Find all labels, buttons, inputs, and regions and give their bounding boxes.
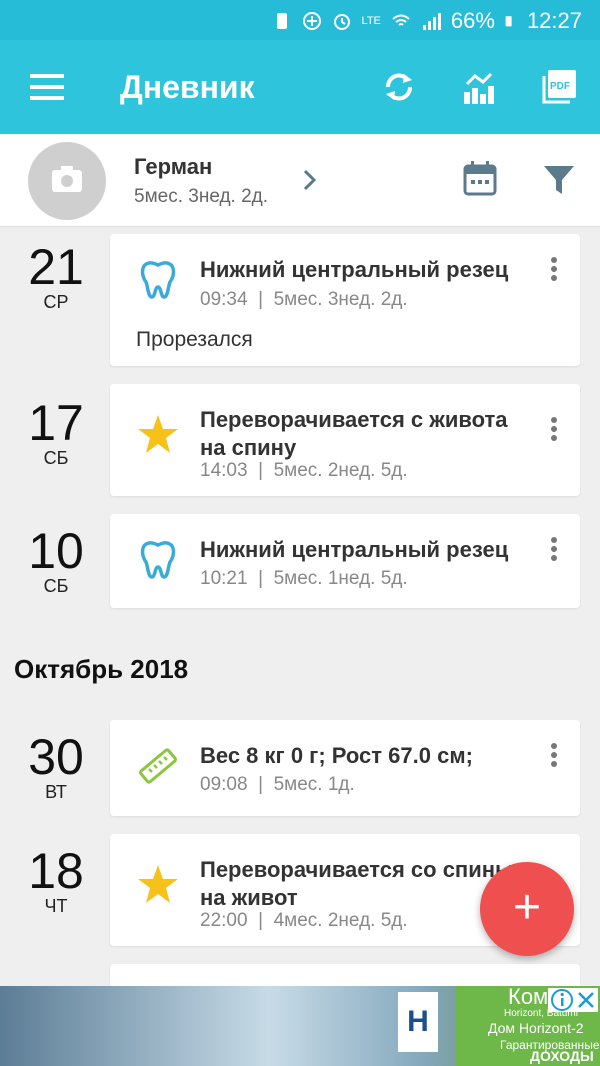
chart-icon[interactable] — [462, 70, 496, 104]
calendar-icon[interactable] — [462, 160, 498, 196]
entry-time: 10:21 — [200, 568, 248, 589]
entry-time: 09:08 — [200, 774, 248, 795]
ruler-icon — [139, 748, 177, 784]
weekday: СБ — [43, 448, 69, 468]
entry-age: 5мес. 2нед. 5д. — [273, 460, 408, 481]
ad-logo: H — [398, 992, 438, 1052]
add-entry-button[interactable]: + — [480, 862, 574, 956]
wifi-icon — [392, 14, 410, 26]
avatar[interactable] — [28, 142, 106, 220]
separator: | — [258, 289, 264, 310]
diary-entry-card[interactable]: Нижний центральный резец 10:21 | 5мес. 1… — [110, 514, 580, 608]
child-profile-header[interactable]: Герман 5мес. 3нед. 2д. — [0, 134, 600, 227]
app-bar: Дневник PDF — [0, 40, 600, 134]
weekday: ВТ — [45, 782, 67, 802]
status-bar: LTE 66% 12:27 — [0, 0, 600, 40]
entry-age: 5мес. 1д. — [273, 774, 355, 795]
day-number: 10 — [28, 523, 84, 579]
more-options-icon[interactable] — [550, 742, 558, 768]
entry-title: Переворачивается с живота на спину — [200, 407, 508, 460]
separator: | — [258, 568, 264, 589]
entry-time: 22:00 — [200, 910, 248, 931]
entry-meta: 14:03 | 5мес. 2нед. 5д. — [200, 460, 408, 482]
filter-icon[interactable] — [542, 162, 576, 196]
entry-age: 5мес. 1нед. 5д. — [273, 568, 408, 589]
day-number: 30 — [28, 729, 84, 785]
entry-time: 14:03 — [200, 460, 248, 481]
diary-entry-card[interactable]: Вес 8 кг 0 г; Рост 67.0 см; 09:08 | 5мес… — [110, 720, 580, 816]
add-circle-icon — [302, 12, 321, 30]
svg-text:PDF: PDF — [550, 81, 570, 92]
day-number: 17 — [28, 395, 84, 451]
ad-banner[interactable]: H Комп Дом Horizont-2 Гарантированные ДО… — [0, 986, 600, 1066]
separator: | — [258, 460, 264, 481]
child-name: Герман — [134, 154, 213, 179]
entry-meta: 09:08 | 5мес. 1д. — [200, 774, 355, 796]
separator: | — [258, 774, 264, 795]
entry-title: Нижний центральный резец — [200, 257, 509, 282]
clock: 12:27 — [526, 8, 582, 33]
menu-icon[interactable] — [30, 74, 64, 100]
ad-line: ДОХОДЫ — [530, 1048, 594, 1064]
star-icon — [138, 415, 178, 453]
tooth-icon — [140, 541, 176, 579]
more-options-icon[interactable] — [550, 536, 558, 562]
date-label: 10 СБ — [20, 526, 92, 597]
entry-meta: 09:34 | 5мес. 3нед. 2д. — [200, 289, 408, 311]
weekday: ЧТ — [44, 896, 68, 916]
diary-entry-card[interactable]: Нижний центральный резец 09:34 | 5мес. 3… — [110, 234, 580, 366]
battery-saver-icon — [276, 13, 287, 29]
more-options-icon[interactable] — [550, 416, 558, 442]
day-number: 21 — [28, 239, 84, 295]
diary-entry-card[interactable]: Переворачивается с живота на спину 14:03… — [110, 384, 580, 496]
network-label: LTE — [361, 14, 381, 27]
diary-entry-card[interactable] — [110, 964, 580, 986]
signal-icon — [422, 13, 441, 30]
date-label: 21 СР — [20, 242, 92, 313]
ad-line: Дом Horizont-2 — [488, 1020, 584, 1036]
weekday: СБ — [43, 576, 69, 596]
close-icon[interactable] — [574, 988, 598, 1012]
date-label: 17 СБ — [20, 398, 92, 469]
tooth-icon — [140, 261, 176, 299]
child-age: 5мес. 3нед. 2д. — [134, 186, 269, 207]
month-header: Октябрь 2018 — [14, 654, 189, 684]
entry-meta: 10:21 | 5мес. 1нед. 5д. — [200, 568, 408, 590]
more-options-icon[interactable] — [550, 256, 558, 282]
entry-title: Вес 8 кг 0 г; Рост 67.0 см; — [200, 743, 473, 768]
page-title: Дневник — [120, 69, 255, 105]
date-label: 18 ЧТ — [20, 846, 92, 917]
star-icon — [138, 865, 178, 903]
info-icon[interactable] — [550, 988, 574, 1012]
pdf-icon[interactable]: PDF — [542, 70, 576, 104]
battery-icon — [505, 16, 512, 27]
alarm-icon — [333, 14, 350, 30]
ad-logo-letter: H — [407, 1005, 429, 1038]
entry-time: 09:34 — [200, 289, 248, 310]
ad-choices[interactable] — [548, 988, 598, 1012]
camera-icon — [52, 166, 82, 192]
day-number: 18 — [28, 843, 84, 899]
entry-meta: 22:00 | 4мес. 2нед. 5д. — [200, 910, 408, 932]
date-label: 30 ВТ — [20, 732, 92, 803]
weekday: СР — [43, 292, 69, 312]
entry-note: Прорезался — [136, 328, 253, 351]
entry-age: 4мес. 2нед. 5д. — [273, 910, 408, 931]
battery-percent: 66% — [450, 8, 495, 33]
entry-title: Нижний центральный резец — [200, 537, 509, 562]
entry-age: 5мес. 3нед. 2д. — [273, 289, 408, 310]
chevron-right-icon[interactable] — [300, 168, 320, 192]
separator: | — [258, 910, 264, 931]
sync-icon[interactable] — [382, 70, 416, 104]
